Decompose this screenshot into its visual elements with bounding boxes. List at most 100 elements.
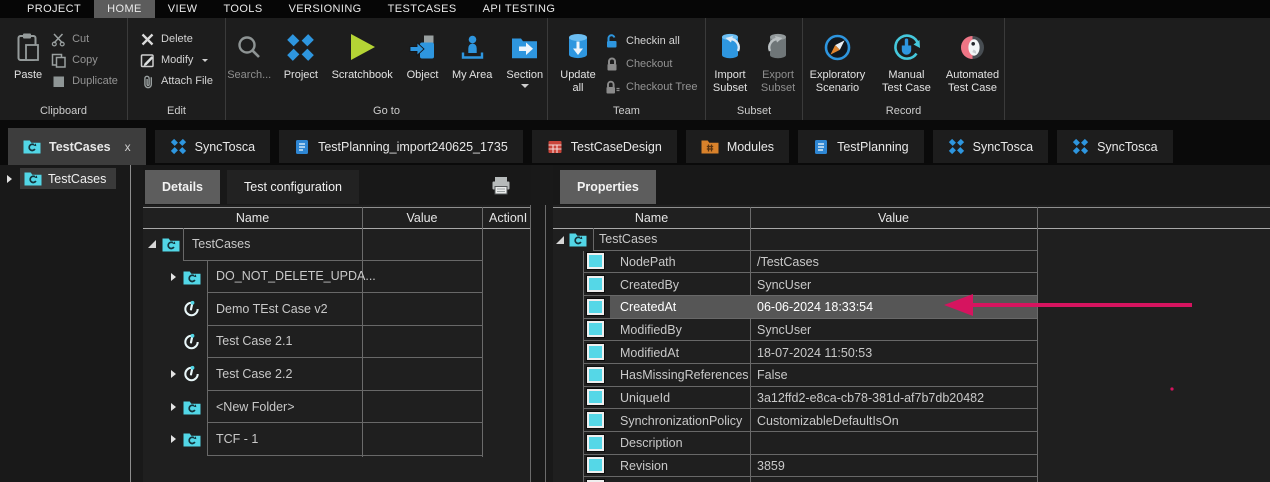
tree-row-testcases-root[interactable]: TestCases: [143, 228, 531, 261]
tab-properties[interactable]: Properties: [560, 170, 656, 204]
expander-collapsed-icon[interactable]: [7, 175, 12, 183]
expander-expanded-icon[interactable]: [148, 240, 156, 248]
close-icon[interactable]: x: [125, 140, 131, 154]
attach-file-button[interactable]: Attach File: [140, 73, 213, 89]
folder-icon: [183, 270, 201, 285]
menu-home[interactable]: HOME: [94, 0, 155, 18]
menu-project[interactable]: PROJECT: [14, 0, 94, 18]
menu-view[interactable]: VIEW: [155, 0, 211, 18]
delete-button[interactable]: Delete: [140, 31, 213, 47]
property-row-createdby[interactable]: CreatedBy SyncUser: [553, 273, 1270, 296]
group-label-record: Record: [803, 105, 1004, 120]
tosca-project-icon: [285, 27, 316, 67]
property-square-icon: [587, 276, 604, 292]
paste-icon: [15, 27, 41, 67]
property-row-createdat[interactable]: CreatedAt 06-06-2024 18:33:54: [553, 296, 1270, 319]
update-all-button[interactable]: Update all: [556, 27, 600, 95]
checkout-button[interactable]: Checkout: [604, 56, 698, 72]
search-button[interactable]: Search...: [226, 27, 273, 82]
tosca-logo-icon: [170, 138, 187, 155]
tab-testplanning[interactable]: TestPlanning: [798, 130, 924, 163]
delete-x-icon: [140, 32, 155, 47]
tab-testcasedesign[interactable]: TestCaseDesign: [532, 130, 677, 163]
expander-collapsed-icon[interactable]: [171, 435, 176, 443]
property-row-nodepath[interactable]: NodePath /TestCases: [553, 251, 1270, 274]
modify-button[interactable]: Modify: [140, 52, 213, 68]
column-header-value[interactable]: Value: [750, 208, 1037, 228]
tab-details[interactable]: Details: [145, 170, 220, 204]
group-label-clipboard: Clipboard: [0, 105, 127, 120]
property-row-synchronizationpolicy[interactable]: SynchronizationPolicy CustomizableDefaul…: [553, 409, 1270, 432]
tree-row-new-folder[interactable]: <New Folder>: [143, 391, 531, 424]
column-header-name[interactable]: Name: [143, 208, 362, 228]
paste-button[interactable]: Paste: [9, 27, 47, 82]
document-icon: [294, 139, 310, 155]
panel-splitter[interactable]: [545, 205, 546, 482]
sidebar-tree-testcases[interactable]: TestCases: [0, 168, 116, 189]
tosca-logo-icon: [1072, 138, 1089, 155]
tab-test-configuration[interactable]: Test configuration: [227, 170, 359, 204]
cut-button[interactable]: Cut: [51, 31, 118, 47]
export-subset-button[interactable]: Export Subset: [757, 27, 799, 95]
copy-icon: [51, 53, 66, 68]
property-row-modifiedby[interactable]: ModifiedBy SyncUser: [553, 319, 1270, 342]
expander-expanded-icon[interactable]: [556, 236, 564, 244]
paperclip-icon: [140, 74, 155, 89]
tree-row-tcf-1[interactable]: TCF - 1: [143, 423, 531, 456]
property-row-modifiedat[interactable]: ModifiedAt 18-07-2024 11:50:53: [553, 341, 1270, 364]
exploratory-scenario-button[interactable]: Exploratory Scenario: [803, 27, 872, 95]
section-button[interactable]: Section: [502, 27, 547, 88]
copy-button[interactable]: Copy: [51, 52, 118, 68]
property-square-icon: [587, 321, 604, 337]
menu-tools[interactable]: TOOLS: [210, 0, 275, 18]
document-tabstrip: TestCases x SyncTosca TestPlanning_impor…: [0, 120, 1270, 165]
menu-api-testing[interactable]: API TESTING: [470, 0, 569, 18]
property-square-icon: [587, 299, 604, 315]
tab-synctosca-1[interactable]: SyncTosca: [155, 130, 270, 163]
ribbon-group-clipboard: Paste Cut Copy Duplicate: [0, 18, 128, 120]
testcases-folder-icon: [23, 139, 41, 154]
property-row-hasmissingreferences[interactable]: HasMissingReferences False: [553, 364, 1270, 387]
automated-test-case-button[interactable]: Automated Test Case: [941, 27, 1004, 95]
checkout-tree-button[interactable]: Checkout Tree: [604, 79, 698, 95]
column-header-value[interactable]: Value: [362, 208, 482, 228]
property-row-revision[interactable]: Revision 3859: [553, 455, 1270, 478]
expander-collapsed-icon[interactable]: [171, 273, 176, 281]
tree-row-demo-test-case[interactable]: Demo TEst Case v2: [143, 293, 531, 326]
manual-hand-icon: [891, 27, 922, 67]
menu-versioning[interactable]: VERSIONING: [276, 0, 375, 18]
tree-row-test-case-21[interactable]: Test Case 2.1: [143, 326, 531, 359]
manual-test-case-button[interactable]: Manual Test Case: [879, 27, 934, 95]
my-area-button[interactable]: My Area: [450, 27, 495, 82]
tab-testplanning-import[interactable]: TestPlanning_import240625_1735: [279, 130, 523, 163]
column-header-action[interactable]: ActionI: [489, 208, 531, 228]
print-icon[interactable]: [490, 175, 512, 197]
group-label-team: Team: [548, 105, 705, 120]
goto-object-button[interactable]: Object: [403, 27, 442, 82]
import-subset-icon: [715, 27, 745, 67]
tree-row-testcases-root[interactable]: TestCases: [553, 228, 1270, 251]
main-area: TestCases Details Test configuration Nam…: [0, 165, 1270, 482]
expander-collapsed-icon[interactable]: [171, 370, 176, 378]
tab-synctosca-2[interactable]: SyncTosca: [933, 130, 1048, 163]
goto-project-button[interactable]: Project: [281, 27, 322, 82]
unlock-icon: [604, 33, 620, 49]
ribbon: Paste Cut Copy Duplicate: [0, 18, 1270, 120]
tree-row-test-case-22[interactable]: Test Case 2.2: [143, 358, 531, 391]
tree-row-do-not-delete[interactable]: DO_NOT_DELETE_UPDA...: [143, 261, 531, 294]
panel-splitter[interactable]: [130, 165, 131, 482]
compass-icon: [822, 27, 853, 67]
column-header-name[interactable]: Name: [553, 208, 750, 228]
duplicate-button[interactable]: Duplicate: [51, 73, 118, 89]
tab-synctosca-3[interactable]: SyncTosca: [1057, 130, 1172, 163]
testcases-folder-icon: [569, 232, 587, 247]
import-subset-button[interactable]: Import Subset: [709, 27, 751, 95]
expander-collapsed-icon[interactable]: [171, 403, 176, 411]
scratchbook-button[interactable]: Scratchbook: [329, 27, 395, 82]
checkin-all-button[interactable]: Checkin all: [604, 33, 698, 49]
property-row-description[interactable]: Description: [553, 432, 1270, 455]
tab-modules[interactable]: Modules: [686, 130, 789, 163]
property-row-uniqueid[interactable]: UniqueId 3a12ffd2-e8ca-cb78-381d-af7b7db…: [553, 387, 1270, 410]
menu-testcases[interactable]: TESTCASES: [375, 0, 470, 18]
tab-testcases[interactable]: TestCases x: [8, 128, 146, 165]
